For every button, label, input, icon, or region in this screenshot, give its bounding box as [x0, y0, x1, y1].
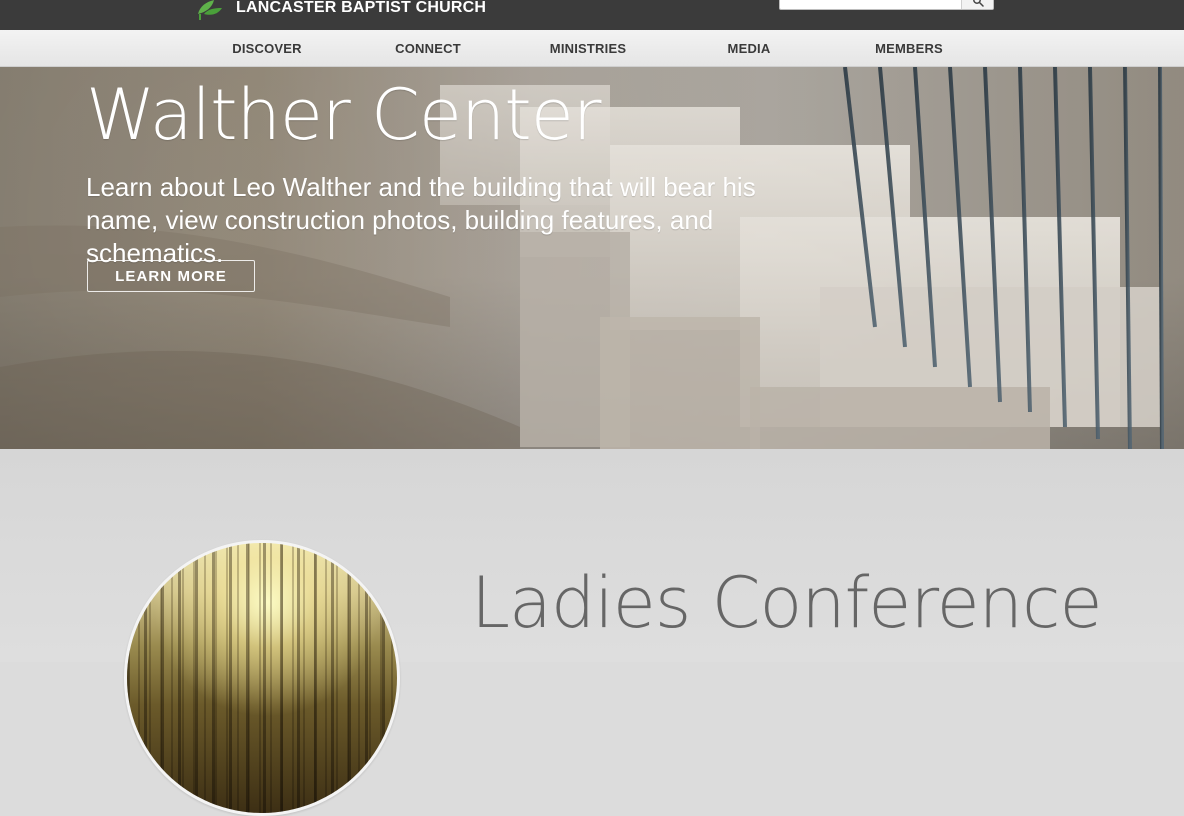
search-bar [779, 0, 994, 10]
church-name: LANCASTER BAPTIST CHURCH [236, 0, 487, 16]
nav-item-discover[interactable]: DISCOVER [212, 30, 322, 67]
tree-trunks [127, 543, 397, 813]
search-input[interactable] [780, 0, 961, 9]
top-header: LANCASTER BAPTIST CHURCH [0, 0, 1184, 30]
main-nav: DISCOVER CONNECT MINISTRIES MEDIA MEMBER… [0, 30, 1184, 67]
nav-item-members[interactable]: MEMBERS [854, 30, 964, 67]
church-logo[interactable]: LANCASTER BAPTIST CHURCH [190, 0, 486, 22]
nav-item-connect[interactable]: CONNECT [373, 30, 483, 67]
featured-title: Ladies Conference [471, 562, 1103, 644]
learn-more-button[interactable]: LEARN MORE [87, 260, 255, 292]
hero-title: Walther Center [86, 74, 602, 156]
hero-subtitle: Learn about Leo Walther and the building… [86, 172, 756, 269]
search-icon [972, 0, 984, 9]
leaf-logo-icon [190, 0, 226, 20]
search-button[interactable] [961, 0, 993, 9]
nav-item-ministries[interactable]: MINISTRIES [533, 30, 643, 67]
nav-item-media[interactable]: MEDIA [694, 30, 804, 67]
featured-circle-image[interactable] [124, 540, 400, 816]
hero-banner: Walther Center Learn about Leo Walther a… [0, 67, 1184, 449]
